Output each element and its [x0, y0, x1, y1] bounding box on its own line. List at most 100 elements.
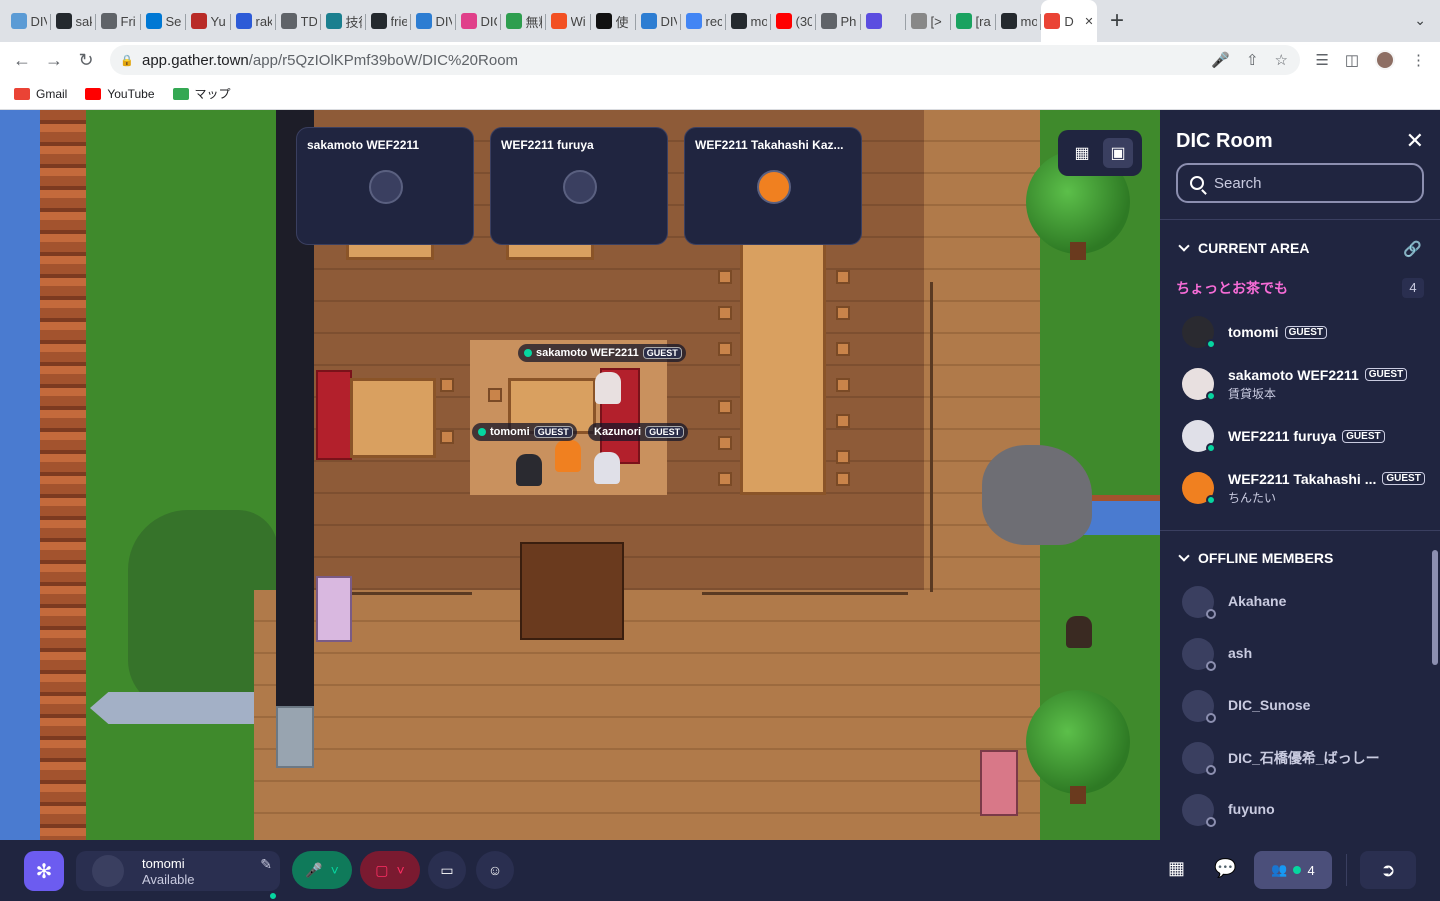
- address-bar[interactable]: 🔒 app.gather.town/app/r5QzIOlKPmf39boW/D…: [110, 45, 1300, 75]
- bookmark-item[interactable]: YouTube: [85, 87, 155, 101]
- member-row[interactable]: DIC_Sunose: [1182, 686, 1432, 726]
- member-row[interactable]: WEF2211 Takahashi ... GUEST ちんたい: [1182, 468, 1432, 508]
- screen-share-button[interactable]: ▭: [428, 851, 466, 889]
- offline-members-header[interactable]: OFFLINE MEMBERS: [1178, 550, 1333, 566]
- current-area-header[interactable]: CURRENT AREA: [1178, 240, 1309, 256]
- video-tile[interactable]: WEF2211 Takahashi Kaz...: [684, 127, 862, 245]
- browser-tab[interactable]: sak: [51, 0, 96, 42]
- member-row[interactable]: tomomi GUEST: [1182, 312, 1432, 352]
- share-icon[interactable]: ⇧: [1246, 51, 1259, 69]
- emote-button[interactable]: ☺: [476, 851, 514, 889]
- close-icon[interactable]: ✕: [1406, 128, 1424, 154]
- profile-avatar[interactable]: [1375, 50, 1395, 70]
- calendar-icon[interactable]: ▦: [1168, 858, 1185, 879]
- link-icon[interactable]: 🔗: [1403, 240, 1422, 258]
- browser-tab[interactable]: DIV: [411, 0, 456, 42]
- side-panel-icon[interactable]: ◫: [1345, 51, 1359, 69]
- chair: [836, 450, 850, 464]
- member-row[interactable]: fuyuno: [1182, 790, 1432, 830]
- game-map[interactable]: sakamoto WEF2211 GUEST tomomi GUEST Kazu…: [0, 110, 1160, 840]
- browser-tab[interactable]: [861, 0, 906, 42]
- browser-tab[interactable]: DIV: [6, 0, 51, 42]
- member-name: DIC_石橋優希_ばっしー: [1228, 750, 1380, 766]
- browser-tab[interactable]: [ra: [951, 0, 996, 42]
- leave-button[interactable]: ➲: [1360, 851, 1416, 889]
- video-tile[interactable]: sakamoto WEF2211: [296, 127, 474, 245]
- browser-tab[interactable]: 技術: [321, 0, 366, 42]
- chat-icon[interactable]: 💬: [1214, 858, 1236, 879]
- map-view-icon[interactable]: ▣: [1103, 138, 1133, 168]
- map-kiosk[interactable]: [316, 576, 352, 642]
- browser-tab[interactable]: Yu: [186, 0, 231, 42]
- browser-tab[interactable]: Ser: [141, 0, 186, 42]
- my-status-card[interactable]: tomomi Available ✎: [76, 851, 280, 901]
- sidebar-scrollbar[interactable]: [1432, 550, 1438, 665]
- reload-button[interactable]: ↻: [70, 50, 102, 71]
- bottom-toolbar: ✻ tomomi Available ✎ 🎤 ˅ ▢ ˅ ▭ ☺ ▦ 💬 👥 4…: [0, 840, 1440, 901]
- chevron-down-icon[interactable]: ˅: [331, 862, 339, 878]
- avatar-sakamoto[interactable]: [595, 372, 621, 404]
- member-name-line: tomomi GUEST: [1228, 324, 1328, 340]
- gather-menu-button[interactable]: ✻: [24, 851, 64, 891]
- browser-tab[interactable]: (30: [771, 0, 816, 42]
- browser-tab[interactable]: [>: [906, 0, 951, 42]
- app-icon: [325, 13, 342, 29]
- browser-tab[interactable]: DIC: [456, 0, 501, 42]
- map-shop-counter[interactable]: [520, 542, 624, 640]
- avatar-offline-user[interactable]: [1066, 616, 1092, 648]
- nametag-kazunori: Kazunori GUEST: [588, 423, 689, 441]
- back-button[interactable]: ←: [6, 50, 38, 71]
- browser-tab[interactable]: 使: [591, 0, 636, 42]
- browser-tab[interactable]: frie: [366, 0, 411, 42]
- globe-icon: [415, 13, 432, 29]
- video-tile[interactable]: WEF2211 furuya: [490, 127, 668, 245]
- browser-tab[interactable]: Wi: [546, 0, 591, 42]
- camera-toggle[interactable]: ▢ ˅: [360, 851, 420, 889]
- browser-tab[interactable]: rec: [681, 0, 726, 42]
- new-tab-button[interactable]: +: [1097, 7, 1137, 35]
- avatar-furuya[interactable]: [594, 452, 620, 484]
- pencil-icon[interactable]: ✎: [260, 856, 272, 873]
- browser-tab[interactable]: mo: [996, 0, 1041, 42]
- microphone-icon[interactable]: 🎤: [1211, 51, 1230, 69]
- browser-tab[interactable]: TD: [276, 0, 321, 42]
- avatar-takahashi[interactable]: [555, 440, 581, 472]
- grid-view-icon[interactable]: ▦: [1067, 138, 1097, 168]
- online-status-icon: [1206, 339, 1216, 349]
- avatar: [1182, 690, 1216, 723]
- search-input[interactable]: [1214, 174, 1404, 192]
- chevron-down-icon[interactable]: ˅: [397, 862, 405, 878]
- member-row[interactable]: WEF2211 furuya GUEST: [1182, 416, 1432, 456]
- bookmark-star-icon[interactable]: ☆: [1275, 51, 1288, 69]
- search-field[interactable]: [1176, 163, 1424, 203]
- member-info: WEF2211 furuya GUEST: [1228, 428, 1385, 444]
- participants-button[interactable]: 👥 4: [1254, 851, 1332, 889]
- tab-title: 技術: [345, 14, 362, 30]
- chair: [836, 342, 850, 356]
- tab-search-chevron-icon[interactable]: ⌄: [1414, 12, 1426, 29]
- browser-menu-icon[interactable]: ⋮: [1411, 51, 1426, 69]
- member-name: ash: [1228, 645, 1253, 661]
- browser-tab[interactable]: 無料: [501, 0, 546, 42]
- browser-tab[interactable]: DIV: [636, 0, 681, 42]
- member-row[interactable]: sakamoto WEF2211 GUEST 賃貸坂本: [1182, 364, 1432, 404]
- browser-tab[interactable]: Ph: [816, 0, 861, 42]
- reading-list-icon[interactable]: ☰: [1315, 51, 1328, 69]
- member-row[interactable]: Akahane: [1182, 582, 1432, 622]
- chair: [836, 270, 850, 284]
- close-tab-icon[interactable]: ✕: [1084, 15, 1093, 28]
- avatar-tomomi[interactable]: [516, 454, 542, 486]
- browser-tab[interactable]: rak: [231, 0, 276, 42]
- forward-button[interactable]: →: [38, 50, 70, 71]
- browser-tab[interactable]: Fri: [96, 0, 141, 42]
- browser-tab[interactable]: D ✕: [1041, 0, 1097, 42]
- table: [350, 378, 436, 458]
- microphone-toggle[interactable]: 🎤 ˅: [292, 851, 352, 889]
- member-row[interactable]: ash: [1182, 634, 1432, 674]
- member-row[interactable]: DIC_石橋優希_ばっしー: [1182, 738, 1432, 778]
- bookmark-item[interactable]: Gmail: [14, 87, 67, 101]
- bookmark-item[interactable]: マップ: [172, 85, 231, 102]
- github-icon: [730, 13, 747, 29]
- tab-title: DIV: [30, 13, 47, 29]
- browser-tab[interactable]: mo: [726, 0, 771, 42]
